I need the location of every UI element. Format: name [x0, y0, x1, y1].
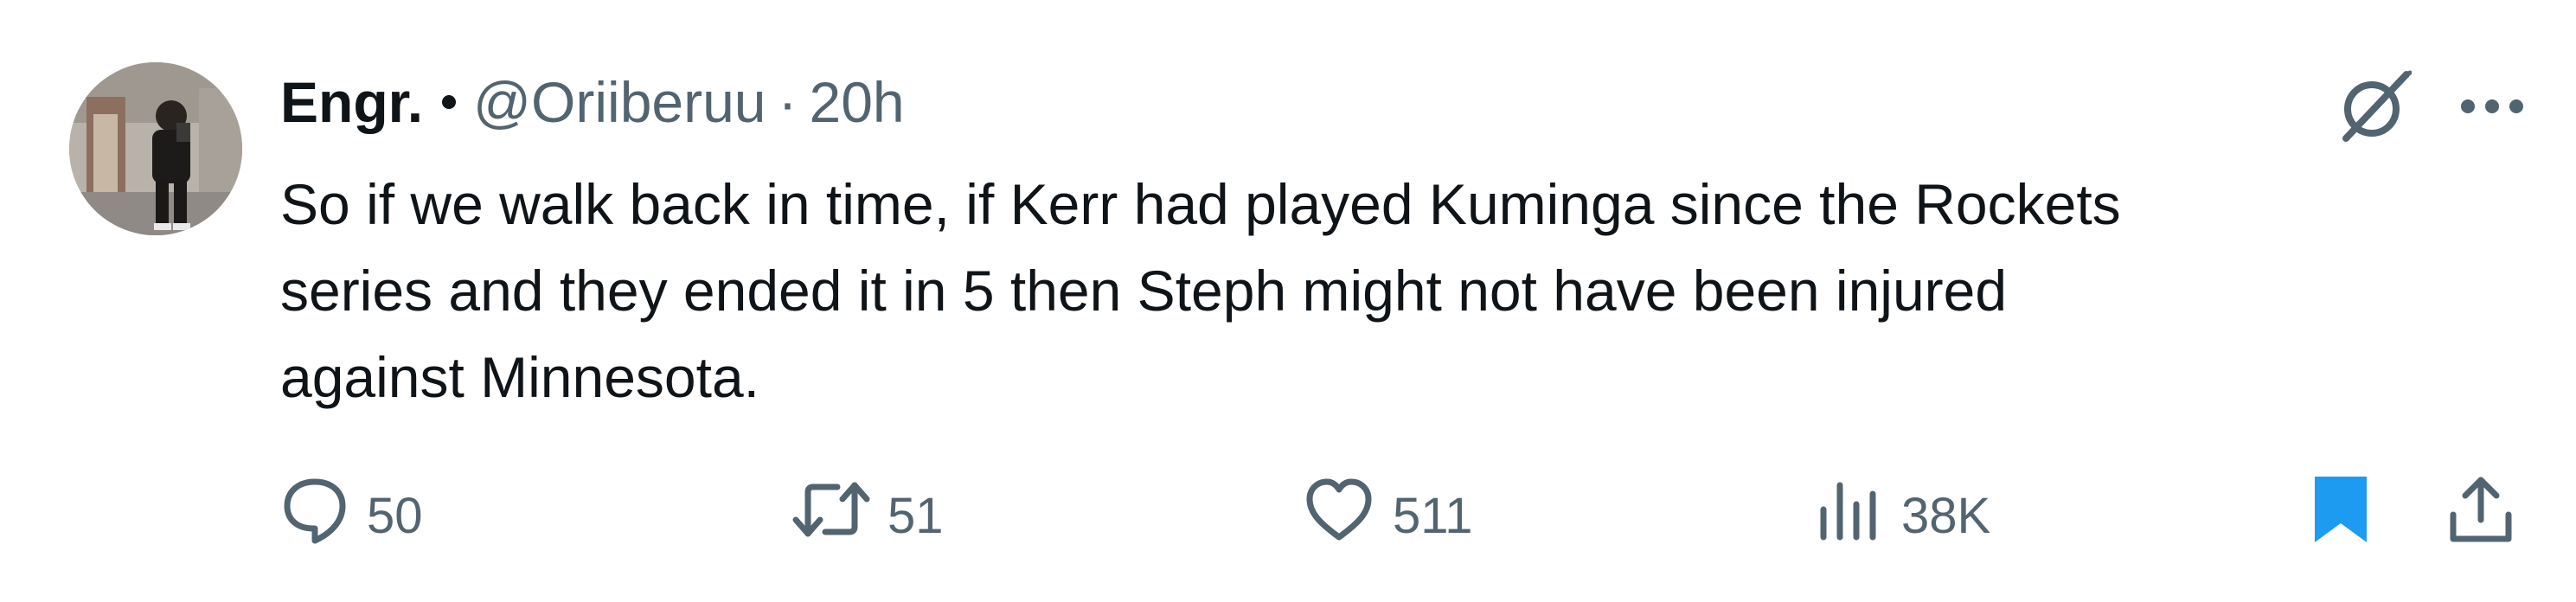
views-chart-icon: [1815, 475, 1884, 556]
tweet-text: So if we walk back in time, if Kerr had …: [280, 172, 2121, 409]
heart-icon: [1303, 475, 1375, 556]
timestamp[interactable]: 20h: [809, 67, 904, 137]
avatar-photo: [69, 62, 242, 235]
tweet-top-actions: [2337, 67, 2524, 145]
header-separator: ·: [778, 70, 798, 134]
share-button[interactable]: [2446, 474, 2515, 557]
like-button[interactable]: 511: [1303, 474, 1472, 557]
reply-count: 50: [367, 487, 423, 544]
tweet-action-bar: 50 51 511 38K: [280, 474, 2524, 557]
tweet-header: Engr. @Oriiberuu · 20h: [280, 67, 905, 137]
more-dots-icon[interactable]: [2460, 98, 2524, 115]
repost-icon: [792, 475, 870, 556]
share-icon: [2446, 473, 2515, 558]
views-button[interactable]: 38K: [1815, 474, 1990, 557]
display-name[interactable]: Engr.: [280, 67, 423, 137]
bookmark-button[interactable]: [2311, 474, 2370, 557]
views-count: 38K: [1901, 487, 1991, 544]
repost-count: 51: [888, 487, 944, 544]
avatar[interactable]: [69, 62, 242, 235]
bookmark-icon: [2311, 473, 2370, 558]
affiliate-dot-icon: [442, 95, 457, 109]
repost-button[interactable]: 51: [792, 474, 944, 557]
reply-icon: [280, 475, 349, 556]
grok-slash-icon[interactable]: [2337, 69, 2412, 144]
tweet-card: Engr. @Oriiberuu · 20h So if we walk bac…: [0, 0, 2576, 602]
user-handle[interactable]: @Oriiberuu: [473, 67, 766, 137]
reply-button[interactable]: 50: [280, 474, 423, 557]
like-count: 511: [1393, 487, 1473, 544]
